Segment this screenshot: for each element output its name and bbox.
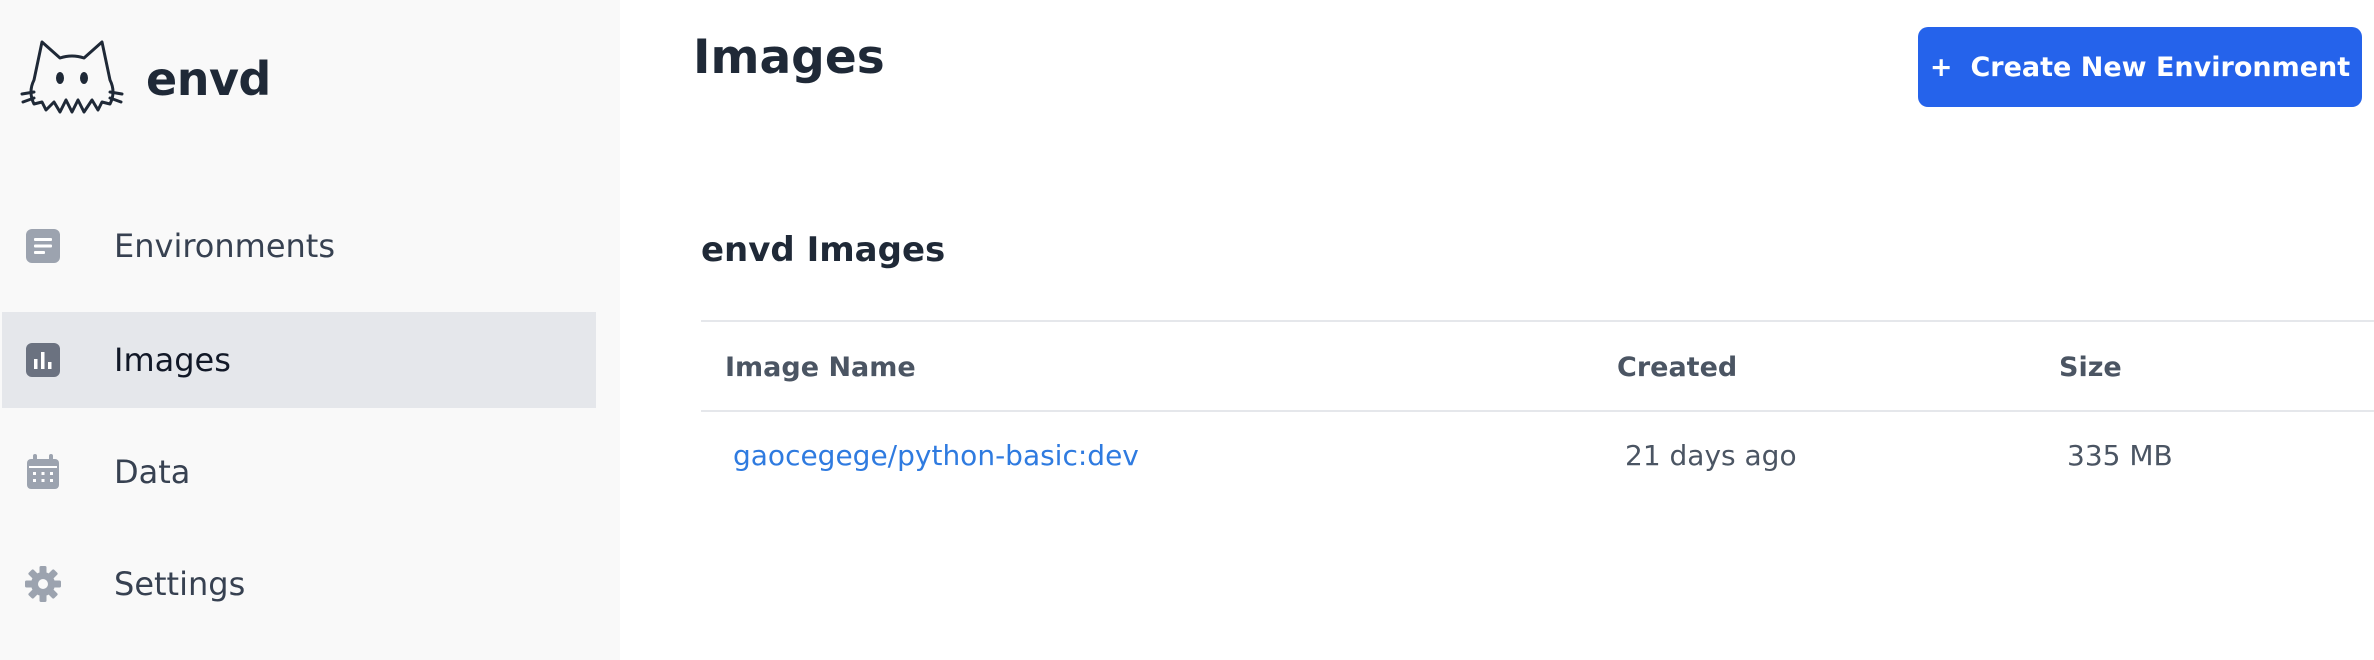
main-content: Images + Create New Environment envd Ima…: [620, 0, 2374, 660]
sidebar-item-label: Settings: [114, 565, 246, 603]
create-new-environment-button[interactable]: + Create New Environment: [1918, 27, 2362, 107]
app-window: envd Environments Images Data Settings I…: [0, 0, 2374, 660]
calendar-icon: [24, 453, 62, 491]
column-header-image-name: Image Name: [725, 352, 916, 383]
column-header-created: Created: [1617, 352, 1738, 383]
section-title: envd Images: [701, 230, 946, 270]
sidebar-item-images[interactable]: Images: [2, 312, 596, 408]
sidebar-item-label: Data: [114, 453, 191, 491]
chart-bar-icon: [24, 341, 62, 379]
sidebar-item-label: Images: [114, 341, 231, 379]
document-icon: [24, 227, 62, 265]
images-table: Image Name Created Size gaocegege/python…: [701, 320, 2374, 518]
brand[interactable]: envd: [20, 38, 271, 120]
page-title: Images: [693, 30, 885, 85]
image-size: 335 MB: [2067, 439, 2173, 472]
create-button-label: Create New Environment: [1970, 51, 2351, 83]
gear-icon: [24, 565, 62, 603]
image-name-link[interactable]: gaocegege/python-basic:dev: [733, 439, 1139, 472]
sidebar: envd Environments Images Data Settings: [0, 0, 620, 660]
table-row: gaocegege/python-basic:dev 21 days ago 3…: [701, 412, 2374, 518]
image-created: 21 days ago: [1625, 439, 1797, 472]
plus-icon: +: [1929, 51, 1953, 83]
cat-logo-icon: [20, 36, 124, 122]
table-header: Image Name Created Size: [701, 322, 2374, 410]
brand-name: envd: [146, 52, 271, 106]
column-header-size: Size: [2059, 352, 2122, 383]
sidebar-item-label: Environments: [114, 227, 335, 265]
sidebar-item-settings[interactable]: Settings: [2, 536, 596, 632]
sidebar-item-environments[interactable]: Environments: [2, 198, 596, 294]
sidebar-item-data[interactable]: Data: [2, 424, 596, 520]
